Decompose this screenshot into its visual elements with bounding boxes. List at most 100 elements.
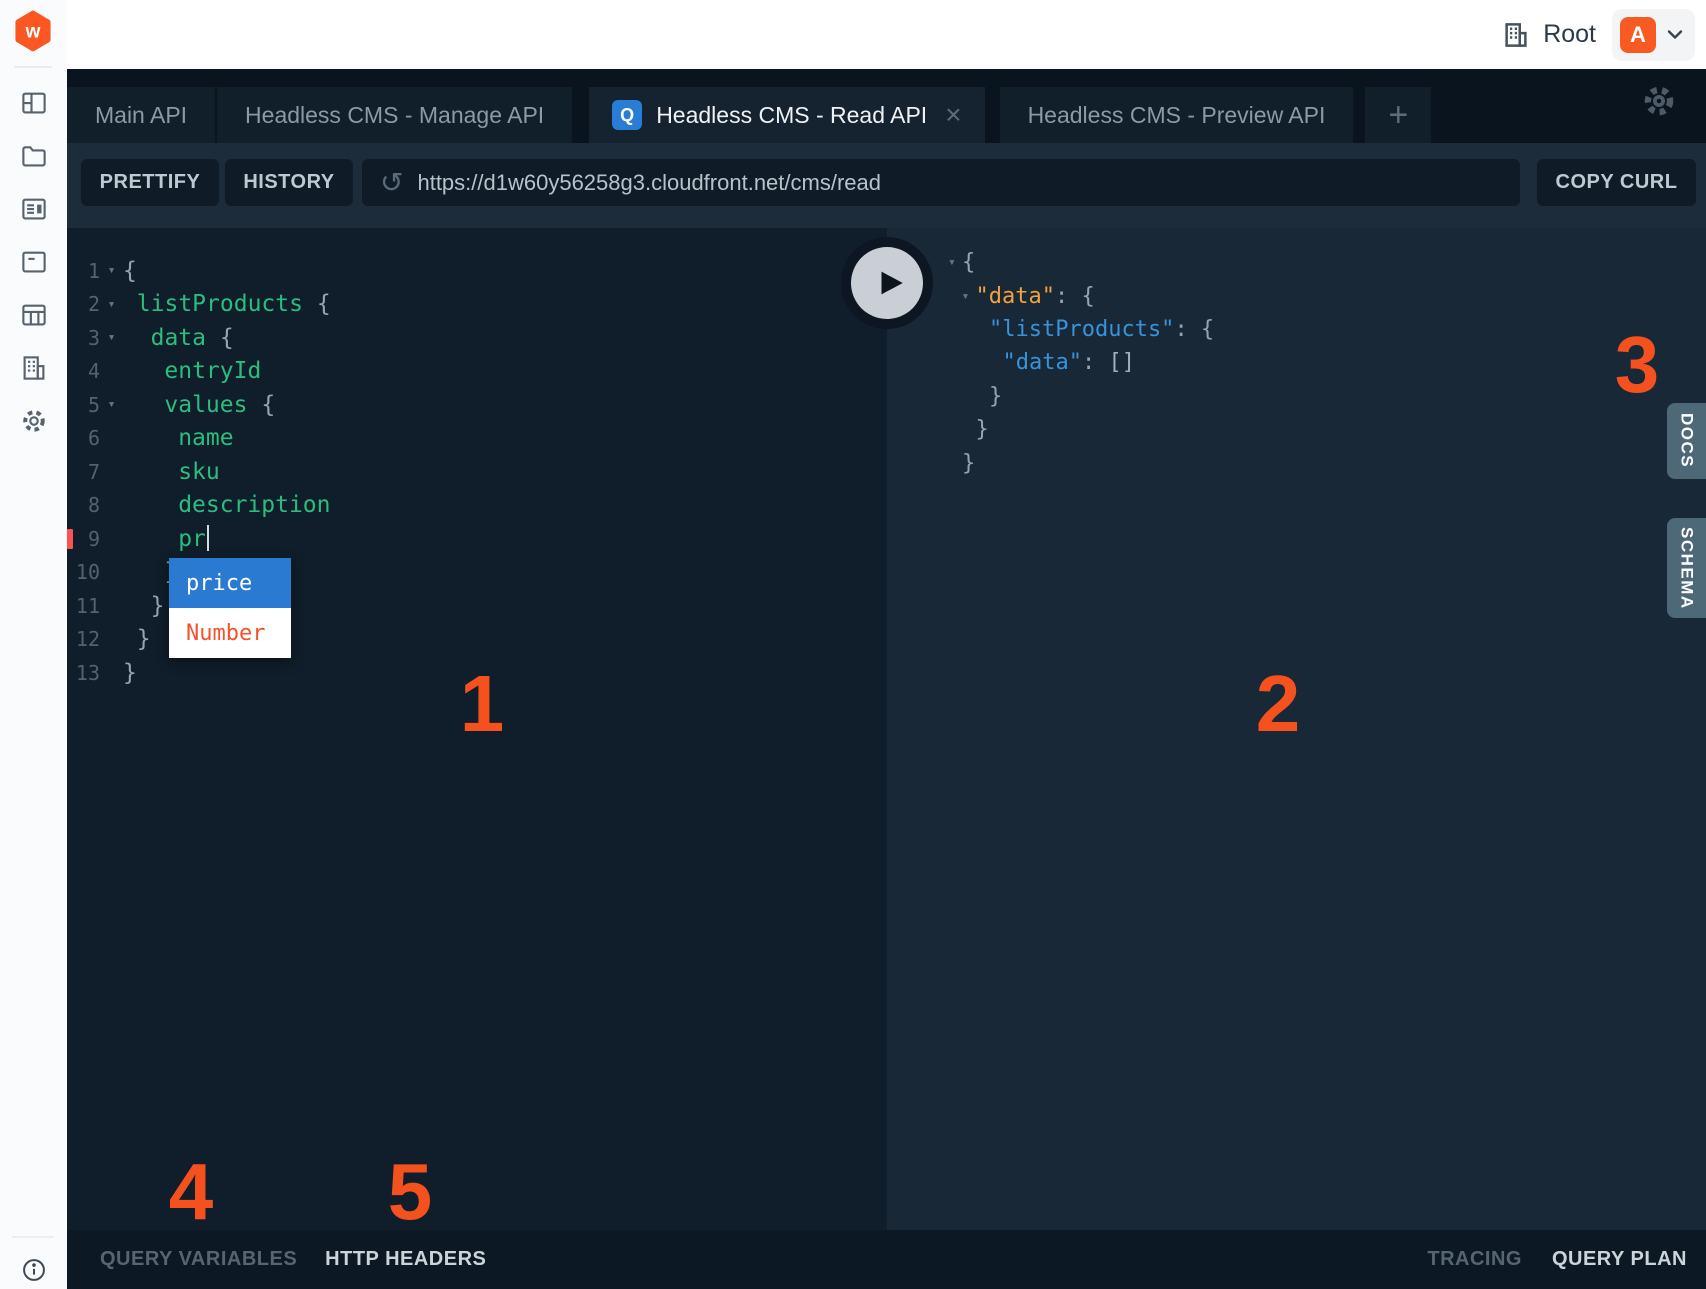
undo-arrow-icon: ↺ xyxy=(380,169,403,197)
code-text: { xyxy=(123,258,137,284)
token: listProducts xyxy=(137,291,317,317)
token: "listProducts" xyxy=(989,317,1174,342)
token: } xyxy=(137,626,151,652)
bottom-tab-tracing[interactable]: TRACING xyxy=(1427,1248,1522,1271)
user-menu[interactable]: A xyxy=(1612,9,1695,61)
code-text: } xyxy=(123,593,164,619)
code-text: } xyxy=(123,660,137,686)
token: : { xyxy=(1174,317,1214,342)
token: { xyxy=(317,291,331,317)
autocomplete-popup: priceNumber xyxy=(169,558,291,658)
chevron-down-icon xyxy=(1667,29,1683,41)
token: data xyxy=(151,325,220,351)
folder-icon[interactable] xyxy=(0,129,67,182)
code-text: listProducts { xyxy=(123,291,331,317)
fold-arrow-icon[interactable]: ▾ xyxy=(100,330,123,345)
endpoint-url: https://d1w60y56258g3.cloudfront.net/cms… xyxy=(417,170,881,196)
history-button[interactable]: HISTORY xyxy=(225,159,353,206)
bottom-bar: QUERY VARIABLES HTTP HEADERS TRACING QUERY… xyxy=(67,1230,1706,1289)
token: [] xyxy=(1108,350,1135,375)
tab-label: Main API xyxy=(95,102,187,129)
token: entryId xyxy=(164,358,261,384)
settings-icon[interactable] xyxy=(0,394,67,447)
info-icon[interactable] xyxy=(0,1250,67,1289)
docs-side-tab[interactable]: DOCS xyxy=(1667,403,1706,479)
schema-side-tab[interactable]: SCHEMA xyxy=(1667,518,1706,618)
query-line: 9pr xyxy=(67,522,887,556)
request-toolbar: PRETTIFY HISTORY ↺ https://d1w60y56258g3… xyxy=(67,143,1706,228)
code-text: description xyxy=(123,492,331,518)
autocomplete-item-number[interactable]: Number xyxy=(169,608,291,658)
token: : { xyxy=(1055,284,1095,309)
line-number: 6 xyxy=(67,426,100,450)
token: { xyxy=(962,250,975,275)
tenant-icon[interactable] xyxy=(0,341,67,394)
line-number: 8 xyxy=(67,493,100,517)
add-tab-button[interactable]: + xyxy=(1365,87,1431,143)
autocomplete-item-price[interactable]: price xyxy=(169,558,291,608)
tab-main-api[interactable]: Main API xyxy=(67,87,215,143)
token: { xyxy=(261,392,275,418)
line-number: 7 xyxy=(67,460,100,484)
prettify-button[interactable]: PRETTIFY xyxy=(81,159,219,206)
fold-arrow-icon[interactable]: ▾ xyxy=(948,255,962,270)
token: values xyxy=(164,392,261,418)
annotation-number-4: 4 xyxy=(169,1146,214,1238)
query-line: 3▾data { xyxy=(67,321,887,355)
token: } xyxy=(976,417,989,442)
svg-text:w: w xyxy=(25,22,41,43)
code-text: name xyxy=(123,425,234,451)
close-icon[interactable]: × xyxy=(945,101,961,129)
token: } xyxy=(123,660,137,686)
api-tab-bar: Main API Headless CMS - Manage API QHeadle… xyxy=(67,69,1706,143)
token: description xyxy=(178,492,330,518)
avatar[interactable]: A xyxy=(1620,17,1656,53)
play-icon xyxy=(851,247,923,319)
tab-headless-cms-read-api[interactable]: QHeadless CMS - Read API× xyxy=(589,87,984,143)
token: { xyxy=(220,325,234,351)
query-line: 7 sku xyxy=(67,455,887,489)
tab-headless-cms-preview-api[interactable]: Headless CMS - Preview API xyxy=(1000,87,1354,143)
line-number: 12 xyxy=(67,627,100,651)
fold-arrow-icon[interactable]: ▾ xyxy=(100,297,123,312)
copy-curl-button[interactable]: COPY CURL xyxy=(1537,159,1696,206)
tab-label: Headless CMS - Manage API xyxy=(245,102,544,129)
fold-arrow-icon[interactable]: ▾ xyxy=(100,397,123,412)
token: } xyxy=(151,593,165,619)
tab-headless-cms-manage-api[interactable]: Headless CMS - Manage API xyxy=(217,87,572,143)
code-text: sku xyxy=(123,459,220,485)
query-line: 1▾{ xyxy=(67,254,887,288)
token: name xyxy=(178,425,233,451)
execute-query-button[interactable] xyxy=(841,237,933,329)
token: pr xyxy=(178,526,206,552)
bottom-tab-query-plan[interactable]: QUERY PLAN xyxy=(1552,1248,1687,1271)
page-builder-icon[interactable] xyxy=(0,182,67,235)
building-icon xyxy=(1501,20,1531,50)
query-line: 8 description xyxy=(67,489,887,523)
response-line: } xyxy=(887,380,1706,413)
code-text: data { xyxy=(123,325,234,351)
query-line: 5▾values { xyxy=(67,388,887,422)
table-icon[interactable] xyxy=(0,288,67,341)
line-number: 13 xyxy=(67,661,100,685)
token: "data" xyxy=(1003,350,1082,375)
annotation-number-2: 2 xyxy=(1256,658,1301,750)
sidebar-bottom-divider xyxy=(12,1236,54,1238)
code-text: } xyxy=(123,626,151,652)
bottom-tab-http-headers[interactable]: HTTP HEADERS xyxy=(325,1248,486,1271)
line-number: 10 xyxy=(67,560,100,584)
form-icon[interactable] xyxy=(0,235,67,288)
bottom-tab-query-variables[interactable]: QUERY VARIABLES xyxy=(100,1248,297,1271)
annotation-number-1: 1 xyxy=(460,658,505,750)
line-number: 2 xyxy=(67,292,100,316)
annotation-number-5: 5 xyxy=(388,1146,433,1238)
layout-icon[interactable] xyxy=(0,76,67,129)
endpoint-url-input[interactable]: ↺ https://d1w60y56258g3.cloudfront.net/c… xyxy=(362,159,1520,206)
fold-arrow-icon[interactable]: ▾ xyxy=(100,263,123,278)
line-number: 4 xyxy=(67,359,100,383)
line-number: 3 xyxy=(67,326,100,350)
fold-arrow-icon[interactable]: ▾ xyxy=(962,289,976,304)
code-text: values { xyxy=(123,392,275,418)
annotation-number-3: 3 xyxy=(1615,319,1660,411)
settings-gear-icon[interactable] xyxy=(1640,82,1678,125)
